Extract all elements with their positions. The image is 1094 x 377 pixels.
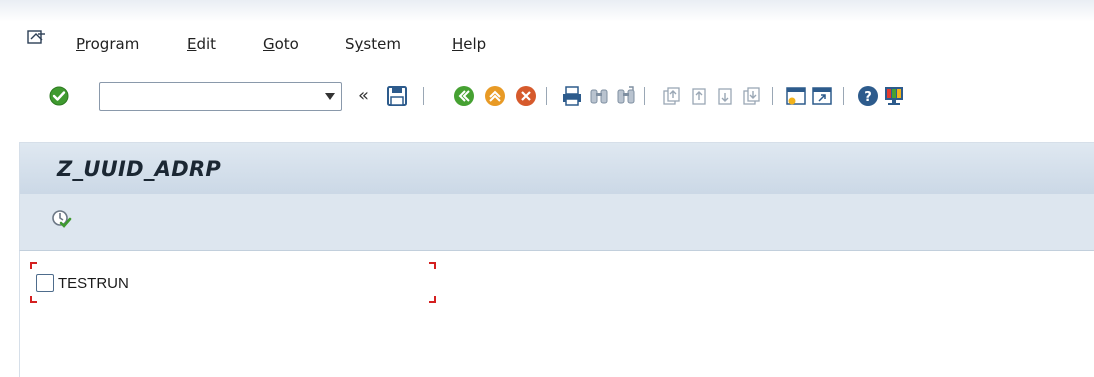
- menu-program-accel: P: [76, 35, 85, 53]
- double-chevron-left-icon[interactable]: «: [358, 85, 369, 106]
- toolbar-separator: [772, 87, 773, 105]
- next-page-icon[interactable]: [714, 85, 736, 107]
- menu-system-rest: stem: [363, 35, 401, 53]
- window-top-strip: [0, 0, 1094, 22]
- selection-screen-body: [19, 251, 1094, 377]
- menu-edit[interactable]: Edit: [187, 35, 216, 53]
- chevron-down-icon[interactable]: [325, 93, 335, 100]
- menu-help-rest: elp: [463, 35, 487, 53]
- menu-bar: Program Edit Goto System Help: [0, 26, 1094, 60]
- page-title: Z_UUID_ADRP: [57, 157, 222, 181]
- exit-icon[interactable]: [484, 85, 506, 107]
- back-green-icon[interactable]: [453, 85, 475, 107]
- testrun-parameter: TESTRUN: [36, 274, 129, 292]
- menu-help[interactable]: Help: [452, 35, 486, 53]
- print-icon[interactable]: [561, 85, 583, 107]
- menu-program[interactable]: Program: [76, 35, 139, 53]
- menu-edit-rest: dit: [196, 35, 217, 53]
- focus-corner: [429, 296, 436, 303]
- menu-goto-rest: oto: [274, 35, 299, 53]
- menu-program-rest: rogram: [84, 35, 140, 53]
- toolbar-separator: [843, 87, 844, 105]
- standard-toolbar: « ?: [0, 76, 1094, 116]
- toolbar-separator: [423, 87, 424, 105]
- focus-corner: [30, 296, 37, 303]
- save-icon[interactable]: [386, 85, 408, 107]
- svg-text:?: ?: [864, 90, 872, 105]
- menu-goto-accel: G: [263, 35, 275, 53]
- menu-system[interactable]: System: [345, 35, 401, 53]
- create-session-icon[interactable]: [785, 85, 807, 107]
- last-page-icon[interactable]: [740, 85, 762, 107]
- menu-goto[interactable]: Goto: [263, 35, 299, 53]
- ok-icon[interactable]: [49, 86, 69, 106]
- focus-corner: [30, 262, 37, 269]
- screen-title-bar: Z_UUID_ADRP: [19, 142, 1094, 194]
- toolbar-separator: [644, 87, 645, 105]
- find-next-icon[interactable]: [615, 85, 637, 107]
- command-field[interactable]: [99, 82, 342, 111]
- menu-system-pre: S: [345, 35, 355, 53]
- application-toolbar: [19, 194, 1094, 251]
- command-input[interactable]: [100, 83, 310, 110]
- customize-layout-icon[interactable]: [883, 85, 905, 107]
- find-icon[interactable]: [588, 85, 610, 107]
- help-icon[interactable]: ?: [857, 85, 879, 107]
- menu-help-accel: H: [452, 35, 464, 53]
- toolbar-separator: [546, 87, 547, 105]
- previous-page-icon[interactable]: [688, 85, 710, 107]
- first-page-icon[interactable]: [660, 85, 682, 107]
- testrun-label: TESTRUN: [58, 274, 129, 292]
- focus-corner: [429, 262, 436, 269]
- testrun-checkbox[interactable]: [36, 274, 54, 292]
- execute-icon[interactable]: [50, 208, 72, 230]
- menu-window-icon[interactable]: [27, 29, 47, 47]
- shortcut-icon[interactable]: [811, 85, 833, 107]
- cancel-icon[interactable]: [515, 85, 537, 107]
